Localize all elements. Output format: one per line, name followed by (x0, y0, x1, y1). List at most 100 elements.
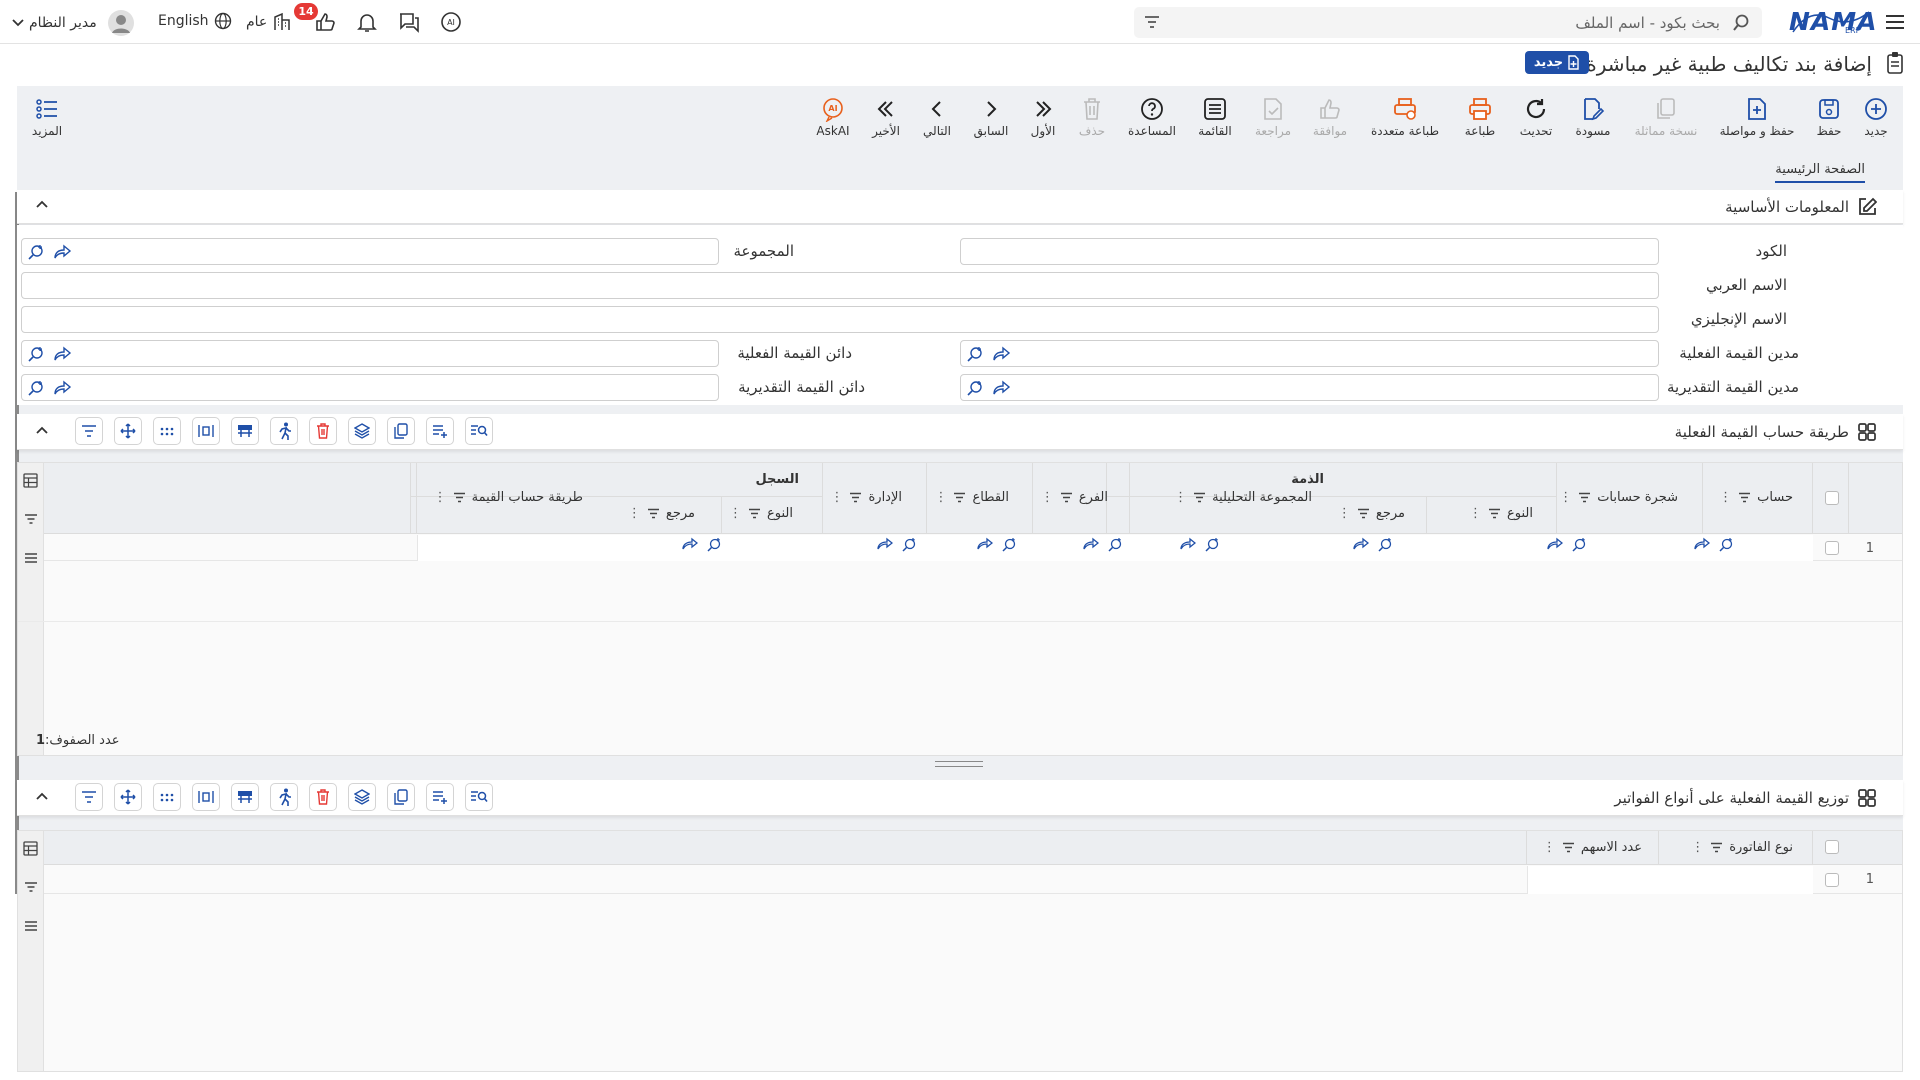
select-all-checkbox[interactable] (1825, 491, 1839, 505)
bell-icon[interactable] (354, 9, 380, 35)
language-switch[interactable]: English (158, 12, 232, 30)
help-button[interactable]: المساعدة (1119, 94, 1185, 138)
grid-run-button[interactable] (270, 417, 298, 445)
share-arrow-icon[interactable] (54, 346, 72, 362)
column-filter-icon[interactable] (1738, 492, 1751, 503)
resize-handle[interactable] (935, 761, 983, 767)
col-shares-header[interactable]: عدد الاسهم ⋮ (1543, 840, 1642, 855)
column-menu-icon[interactable]: ⋮ (1469, 506, 1482, 521)
grid-delete-button[interactable] (309, 417, 337, 445)
column-filter-icon[interactable] (1562, 842, 1575, 853)
column-menu-icon[interactable]: ⋮ (1719, 490, 1732, 505)
filter-icon[interactable] (24, 881, 38, 893)
search-add-icon[interactable] (28, 346, 44, 362)
column-filter-icon[interactable] (1578, 492, 1591, 503)
actual-credit-field[interactable] (21, 340, 719, 367)
column-filter-icon[interactable] (1710, 842, 1723, 853)
column-filter-icon[interactable] (748, 508, 761, 519)
col-rec-type-header[interactable]: النوع ⋮ (729, 506, 793, 521)
search-input[interactable]: بحث بكود - اسم الملف (1575, 14, 1720, 32)
column-menu-icon[interactable]: ⋮ (1559, 490, 1572, 505)
review-button[interactable]: مراجعة (1240, 94, 1306, 138)
grid-layers-button[interactable] (348, 417, 376, 445)
grid-add-lines-button[interactable] (426, 417, 454, 445)
branch-lookup-icons[interactable] (1083, 537, 1123, 553)
grid-delete-button[interactable] (309, 783, 337, 811)
grid-insert-row-button[interactable] (231, 417, 259, 445)
share-arrow-icon[interactable] (993, 380, 1011, 396)
code-field[interactable] (960, 238, 1659, 265)
grid-dots-button[interactable] (153, 417, 181, 445)
column-filter-icon[interactable] (953, 492, 966, 503)
sector-lookup-icons[interactable] (977, 537, 1017, 553)
col-dept-header[interactable]: الإدارة ⋮ (830, 490, 902, 505)
est-credit-field[interactable] (21, 374, 719, 401)
search-box[interactable]: بحث بكود - اسم الملف (1134, 7, 1762, 38)
column-menu-icon[interactable]: ⋮ (1691, 840, 1704, 855)
table-icon[interactable] (23, 473, 38, 488)
analytic-lookup-icons[interactable] (1180, 537, 1220, 553)
save-continue-button[interactable]: حفظ و مواصلة (1717, 94, 1797, 138)
filter-icon[interactable] (1144, 15, 1160, 29)
column-menu-icon[interactable]: ⋮ (1338, 506, 1351, 521)
approve-button[interactable]: موافقة (1297, 94, 1363, 138)
grid-move-button[interactable] (114, 783, 142, 811)
grid-dots-button[interactable] (153, 783, 181, 811)
column-filter-icon[interactable] (647, 508, 660, 519)
arabic-name-field[interactable] (21, 272, 1659, 299)
collapse-chevron-icon[interactable] (35, 791, 49, 801)
share-arrow-icon[interactable] (54, 244, 72, 260)
grid-filter-button[interactable] (75, 783, 103, 811)
column-menu-icon[interactable]: ⋮ (830, 490, 843, 505)
share-arrow-icon[interactable] (54, 380, 72, 396)
search-add-icon[interactable] (967, 346, 983, 362)
grid-layers-button[interactable] (348, 783, 376, 811)
grid-filter-button[interactable] (75, 417, 103, 445)
more-button[interactable]: المزيد (14, 94, 80, 138)
collapse-chevron-icon[interactable] (35, 199, 49, 209)
search-add-icon[interactable] (28, 244, 44, 260)
column-menu-icon[interactable]: ⋮ (934, 490, 947, 505)
print-button[interactable]: طباعة (1447, 94, 1513, 138)
grid-copy-button[interactable] (387, 783, 415, 811)
askai-button[interactable]: AI AskAI (800, 94, 866, 138)
collapse-chevron-icon[interactable] (35, 425, 49, 435)
account-lookup-icons[interactable] (1694, 537, 1734, 553)
share-arrow-icon[interactable] (993, 346, 1011, 362)
column-filter-icon[interactable] (1488, 508, 1501, 519)
menu-lines-icon[interactable] (24, 920, 38, 932)
column-filter-icon[interactable] (1060, 492, 1073, 503)
hamburger-icon[interactable] (1882, 10, 1908, 34)
english-name-field[interactable] (21, 306, 1659, 333)
row-checkbox[interactable] (1825, 873, 1839, 887)
tree-lookup-icons[interactable] (1547, 537, 1587, 553)
column-menu-icon[interactable]: ⋮ (1041, 490, 1054, 505)
grid-add-lines-button[interactable] (426, 783, 454, 811)
col-ref-header[interactable]: مرجع ⋮ (1338, 506, 1405, 521)
grid-resize-button[interactable] (192, 417, 220, 445)
public-selector[interactable]: عام (246, 12, 292, 32)
column-menu-icon[interactable]: ⋮ (434, 490, 447, 505)
actual-debit-field[interactable] (960, 340, 1659, 367)
est-debit-field[interactable] (960, 374, 1659, 401)
grid-insert-row-button[interactable] (231, 783, 259, 811)
grid-search-list-button[interactable] (465, 783, 493, 811)
column-filter-icon[interactable] (453, 492, 466, 503)
column-filter-icon[interactable] (1193, 492, 1206, 503)
table-icon[interactable] (23, 841, 38, 856)
menu-lines-icon[interactable] (24, 552, 38, 564)
col-analytic-header[interactable]: المجموعة التحليلية ⋮ (1174, 490, 1312, 505)
user-menu[interactable]: مدير النظام (12, 10, 134, 36)
nama-logo[interactable]: NAMA ERP (1789, 4, 1877, 38)
rec-ref-lookup-icons[interactable] (682, 537, 722, 553)
table-row[interactable]: 1 (44, 866, 1902, 894)
multi-print-button[interactable]: طباعة متعددة (1365, 94, 1445, 138)
select-all-checkbox[interactable] (1825, 840, 1839, 854)
col-account-header[interactable]: حساب ⋮ (1719, 490, 1793, 505)
col-invoice-type-header[interactable]: نوع الفاتورة ⋮ (1691, 840, 1793, 855)
col-method-header[interactable]: طريقة حساب القيمة ⋮ (434, 490, 583, 505)
column-menu-icon[interactable]: ⋮ (1174, 490, 1187, 505)
chat-icon[interactable] (396, 9, 422, 35)
column-filter-icon[interactable] (1357, 508, 1370, 519)
search-add-icon[interactable] (967, 380, 983, 396)
